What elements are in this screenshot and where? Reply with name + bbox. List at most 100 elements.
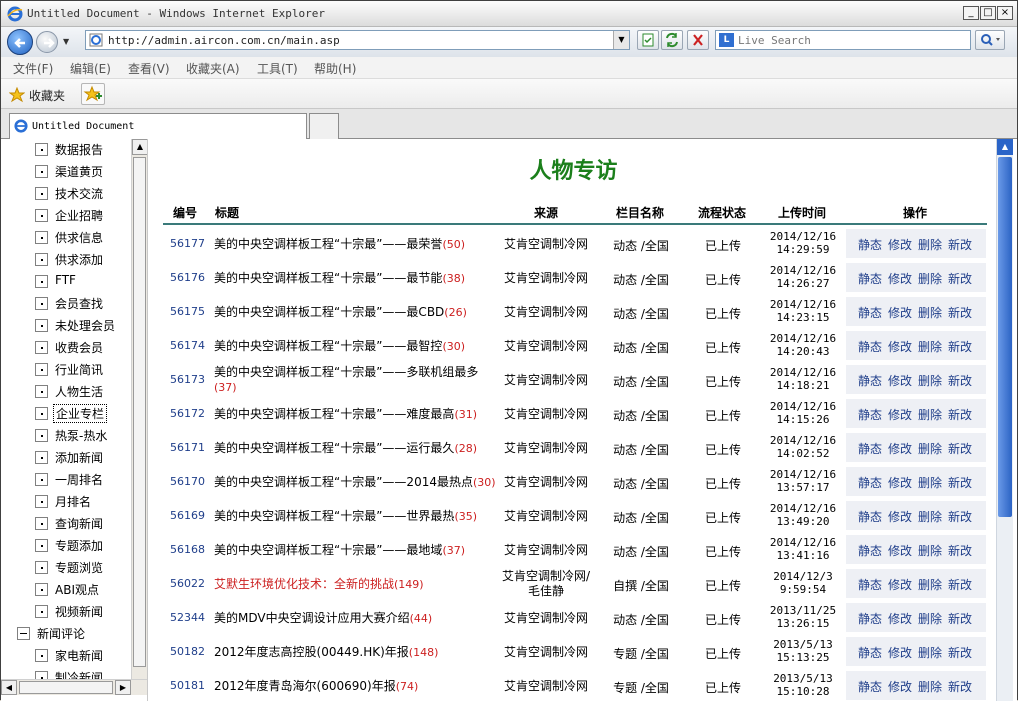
sidebar-item-industry-brief[interactable]: 行业简讯 (1, 359, 131, 381)
row-title-text[interactable]: 美的中央空调样板工程“十宗最”——最节能 (214, 271, 442, 285)
static-link[interactable]: 静态 (858, 304, 882, 321)
row-title[interactable]: 2012年度志高控股(00449.HK)年报(148) (214, 637, 496, 667)
stop-button[interactable] (687, 30, 709, 50)
row-id[interactable]: 52344 (170, 611, 205, 624)
static-link[interactable]: 静态 (858, 338, 882, 355)
delete-link[interactable]: 删除 (918, 474, 942, 491)
newedit-link[interactable]: 新改 (948, 542, 972, 559)
row-title[interactable]: 2012年度青岛海尔(600690)年报(74) (214, 671, 496, 701)
row-id[interactable]: 50181 (170, 679, 205, 692)
newedit-link[interactable]: 新改 (948, 508, 972, 525)
row-id[interactable]: 56170 (170, 475, 205, 488)
delete-link[interactable]: 删除 (918, 610, 942, 627)
static-link[interactable]: 静态 (858, 440, 882, 457)
sidebar-item-topic-add[interactable]: 专题添加 (1, 535, 131, 557)
scroll-up-icon[interactable]: ▲ (997, 139, 1013, 155)
row-id[interactable]: 56169 (170, 509, 205, 522)
edit-link[interactable]: 修改 (888, 678, 912, 695)
sidebar-item-weekly-rank[interactable]: 一周排名 (1, 469, 131, 491)
edit-link[interactable]: 修改 (888, 304, 912, 321)
sidebar-item-people-life[interactable]: 人物生活 (1, 381, 131, 403)
forward-button[interactable] (36, 31, 58, 53)
static-link[interactable]: 静态 (858, 406, 882, 423)
scroll-left-icon[interactable]: ◀ (1, 680, 17, 695)
sidebar-item-abi-view[interactable]: ABI观点 (1, 579, 131, 601)
newedit-link[interactable]: 新改 (948, 236, 972, 253)
row-id[interactable]: 56173 (170, 373, 205, 386)
delete-link[interactable]: 删除 (918, 372, 942, 389)
row-title[interactable]: 美的中央空调样板工程“十宗最”——运行最久(28) (214, 433, 496, 463)
row-title[interactable]: 美的中央空调样板工程“十宗最”——世界最热(35) (214, 501, 496, 531)
sidebar-horizontal-scrollbar[interactable]: ◀ ▶ (1, 679, 147, 695)
search-input[interactable]: L Live Search (715, 30, 971, 50)
newedit-link[interactable]: 新改 (948, 440, 972, 457)
newedit-link[interactable]: 新改 (948, 304, 972, 321)
edit-link[interactable]: 修改 (888, 542, 912, 559)
favorites-star-icon[interactable] (9, 87, 25, 103)
row-title-text[interactable]: 美的中央空调样板工程“十宗最”——最CBD (214, 305, 444, 319)
sidebar-item-topic-browse[interactable]: 专题浏览 (1, 557, 131, 579)
maximize-button[interactable]: □ (980, 6, 996, 20)
compat-view-button[interactable] (637, 30, 659, 50)
sidebar-item-enterprise-column[interactable]: 企业专栏 (1, 403, 131, 425)
row-id[interactable]: 56175 (170, 305, 205, 318)
sidebar-item-monthly-rank[interactable]: 月排名 (1, 491, 131, 513)
row-id[interactable]: 56172 (170, 407, 205, 420)
refresh-button[interactable] (661, 30, 683, 50)
delete-link[interactable]: 删除 (918, 270, 942, 287)
row-title-text[interactable]: 美的中央空调样板工程“十宗最”——世界最热 (214, 509, 454, 523)
menu-favorites[interactable]: 收藏夹(A) (186, 60, 240, 77)
sidebar-item-pending-members[interactable]: 未处理会员 (1, 315, 131, 337)
row-title-text[interactable]: 美的中央空调样板工程“十宗最”——最地域 (214, 543, 442, 557)
row-title-text[interactable]: 美的MDV中央空调设计应用大赛介绍 (214, 611, 410, 625)
newedit-link[interactable]: 新改 (948, 678, 972, 695)
edit-link[interactable]: 修改 (888, 338, 912, 355)
delete-link[interactable]: 删除 (918, 542, 942, 559)
sidebar-item-appliance-news[interactable]: 家电新闻 (1, 645, 131, 667)
sidebar-item-recruitment[interactable]: 企业招聘 (1, 205, 131, 227)
row-title[interactable]: 美的中央空调样板工程“十宗最”——最CBD(26) (214, 297, 496, 327)
sidebar-item-video-news[interactable]: 视频新闻 (1, 601, 131, 623)
collapse-icon[interactable] (17, 627, 30, 640)
static-link[interactable]: 静态 (858, 542, 882, 559)
tab-untitled[interactable]: Untitled Document (9, 113, 307, 139)
row-title-text[interactable]: 艾默生环境优化技术：全新的挑战 (214, 577, 394, 591)
delete-link[interactable]: 删除 (918, 508, 942, 525)
menu-edit[interactable]: 编辑(E) (70, 60, 111, 77)
delete-link[interactable]: 删除 (918, 338, 942, 355)
static-link[interactable]: 静态 (858, 508, 882, 525)
newedit-link[interactable]: 新改 (948, 406, 972, 423)
delete-link[interactable]: 删除 (918, 576, 942, 593)
static-link[interactable]: 静态 (858, 474, 882, 491)
sidebar-item-add-news[interactable]: 添加新闻 (1, 447, 131, 469)
scroll-thumb[interactable] (133, 157, 146, 667)
main-vertical-scrollbar[interactable]: ▲ (996, 139, 1013, 701)
delete-link[interactable]: 删除 (918, 236, 942, 253)
row-title[interactable]: 美的中央空调样板工程“十宗最”——难度最高(31) (214, 399, 496, 429)
newedit-link[interactable]: 新改 (948, 270, 972, 287)
search-button[interactable] (975, 30, 1005, 50)
menu-view[interactable]: 查看(V) (128, 60, 170, 77)
newedit-link[interactable]: 新改 (948, 576, 972, 593)
row-title[interactable]: 美的MDV中央空调设计应用大赛介绍(44) (214, 603, 496, 633)
row-title[interactable]: 美的中央空调样板工程“十宗最”——最智控(30) (214, 331, 496, 361)
minimize-button[interactable]: _ (963, 6, 979, 20)
edit-link[interactable]: 修改 (888, 474, 912, 491)
sidebar-item-paid-members[interactable]: 收费会员 (1, 337, 131, 359)
newedit-link[interactable]: 新改 (948, 338, 972, 355)
newedit-link[interactable]: 新改 (948, 610, 972, 627)
row-id[interactable]: 56171 (170, 441, 205, 454)
row-id[interactable]: 50182 (170, 645, 205, 658)
new-tab-button[interactable] (309, 113, 339, 139)
scroll-thumb[interactable] (19, 681, 113, 694)
sidebar-item-channel-yellowpages[interactable]: 渠道黄页 (1, 161, 131, 183)
scroll-up-icon[interactable]: ▲ (132, 139, 147, 155)
favorites-label[interactable]: 收藏夹 (29, 87, 65, 104)
row-title-text[interactable]: 2012年度青岛海尔(600690)年报 (214, 679, 396, 693)
row-id[interactable]: 56168 (170, 543, 205, 556)
add-favorite-button[interactable] (81, 83, 105, 105)
static-link[interactable]: 静态 (858, 576, 882, 593)
static-link[interactable]: 静态 (858, 270, 882, 287)
static-link[interactable]: 静态 (858, 644, 882, 661)
url-dropdown-icon[interactable]: ▼ (613, 31, 629, 49)
